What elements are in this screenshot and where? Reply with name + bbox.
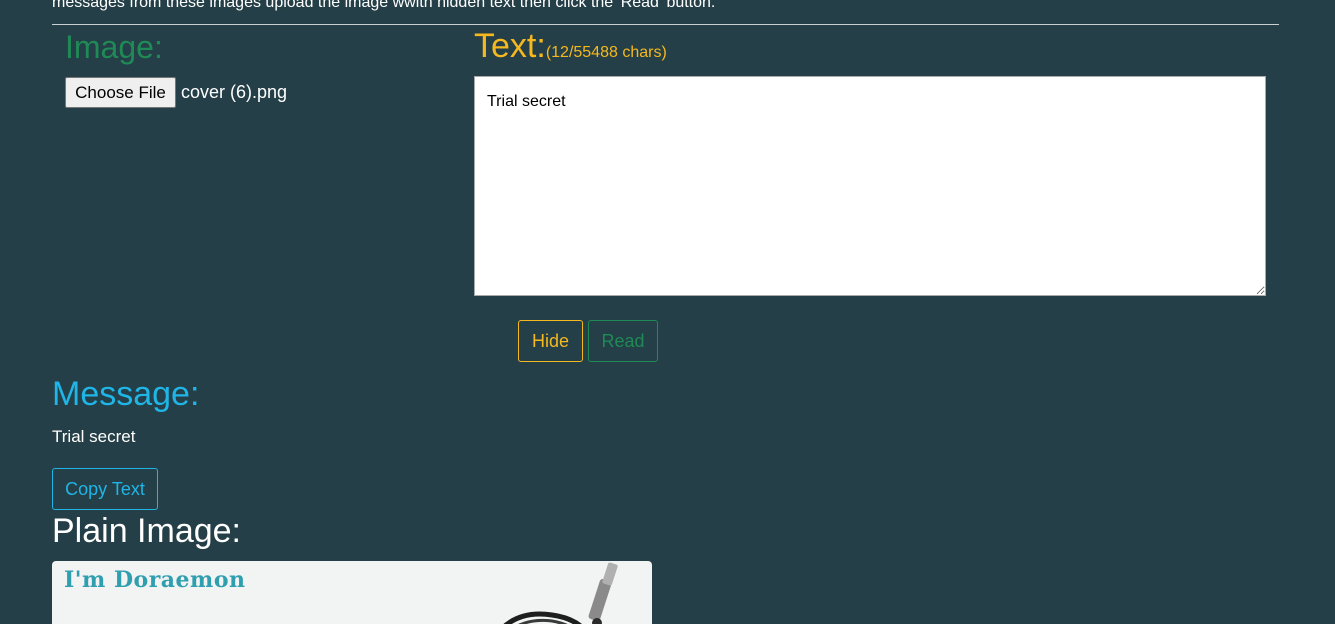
file-name: cover (6).png xyxy=(181,82,288,102)
char-count: (12/55488 chars) xyxy=(545,44,667,61)
divider xyxy=(52,24,1279,25)
copy-text-button[interactable]: Copy Text xyxy=(52,468,158,510)
page: messages from these images upload the im… xyxy=(0,0,1335,624)
plain-image-illustration xyxy=(503,562,618,624)
plain-image-heading: Plain Image: xyxy=(52,512,241,550)
read-button[interactable]: Read xyxy=(588,320,658,362)
text-heading-label: Text: xyxy=(474,27,546,65)
choose-file-button[interactable]: Choose File xyxy=(65,77,176,108)
image-heading: Image: xyxy=(65,29,163,65)
secret-text-area[interactable]: Trial secret xyxy=(474,76,1266,296)
message-heading: Message: xyxy=(52,375,200,413)
text-heading: Text:(12/55488 chars) xyxy=(474,26,667,73)
plain-image-preview: I'm Doraemon xyxy=(52,561,652,624)
intro-text: messages from these images upload the im… xyxy=(52,0,716,11)
file-input-row: Choose File cover (6).png xyxy=(65,77,287,108)
hide-button[interactable]: Hide xyxy=(518,320,583,362)
message-text: Trial secret xyxy=(52,427,136,446)
